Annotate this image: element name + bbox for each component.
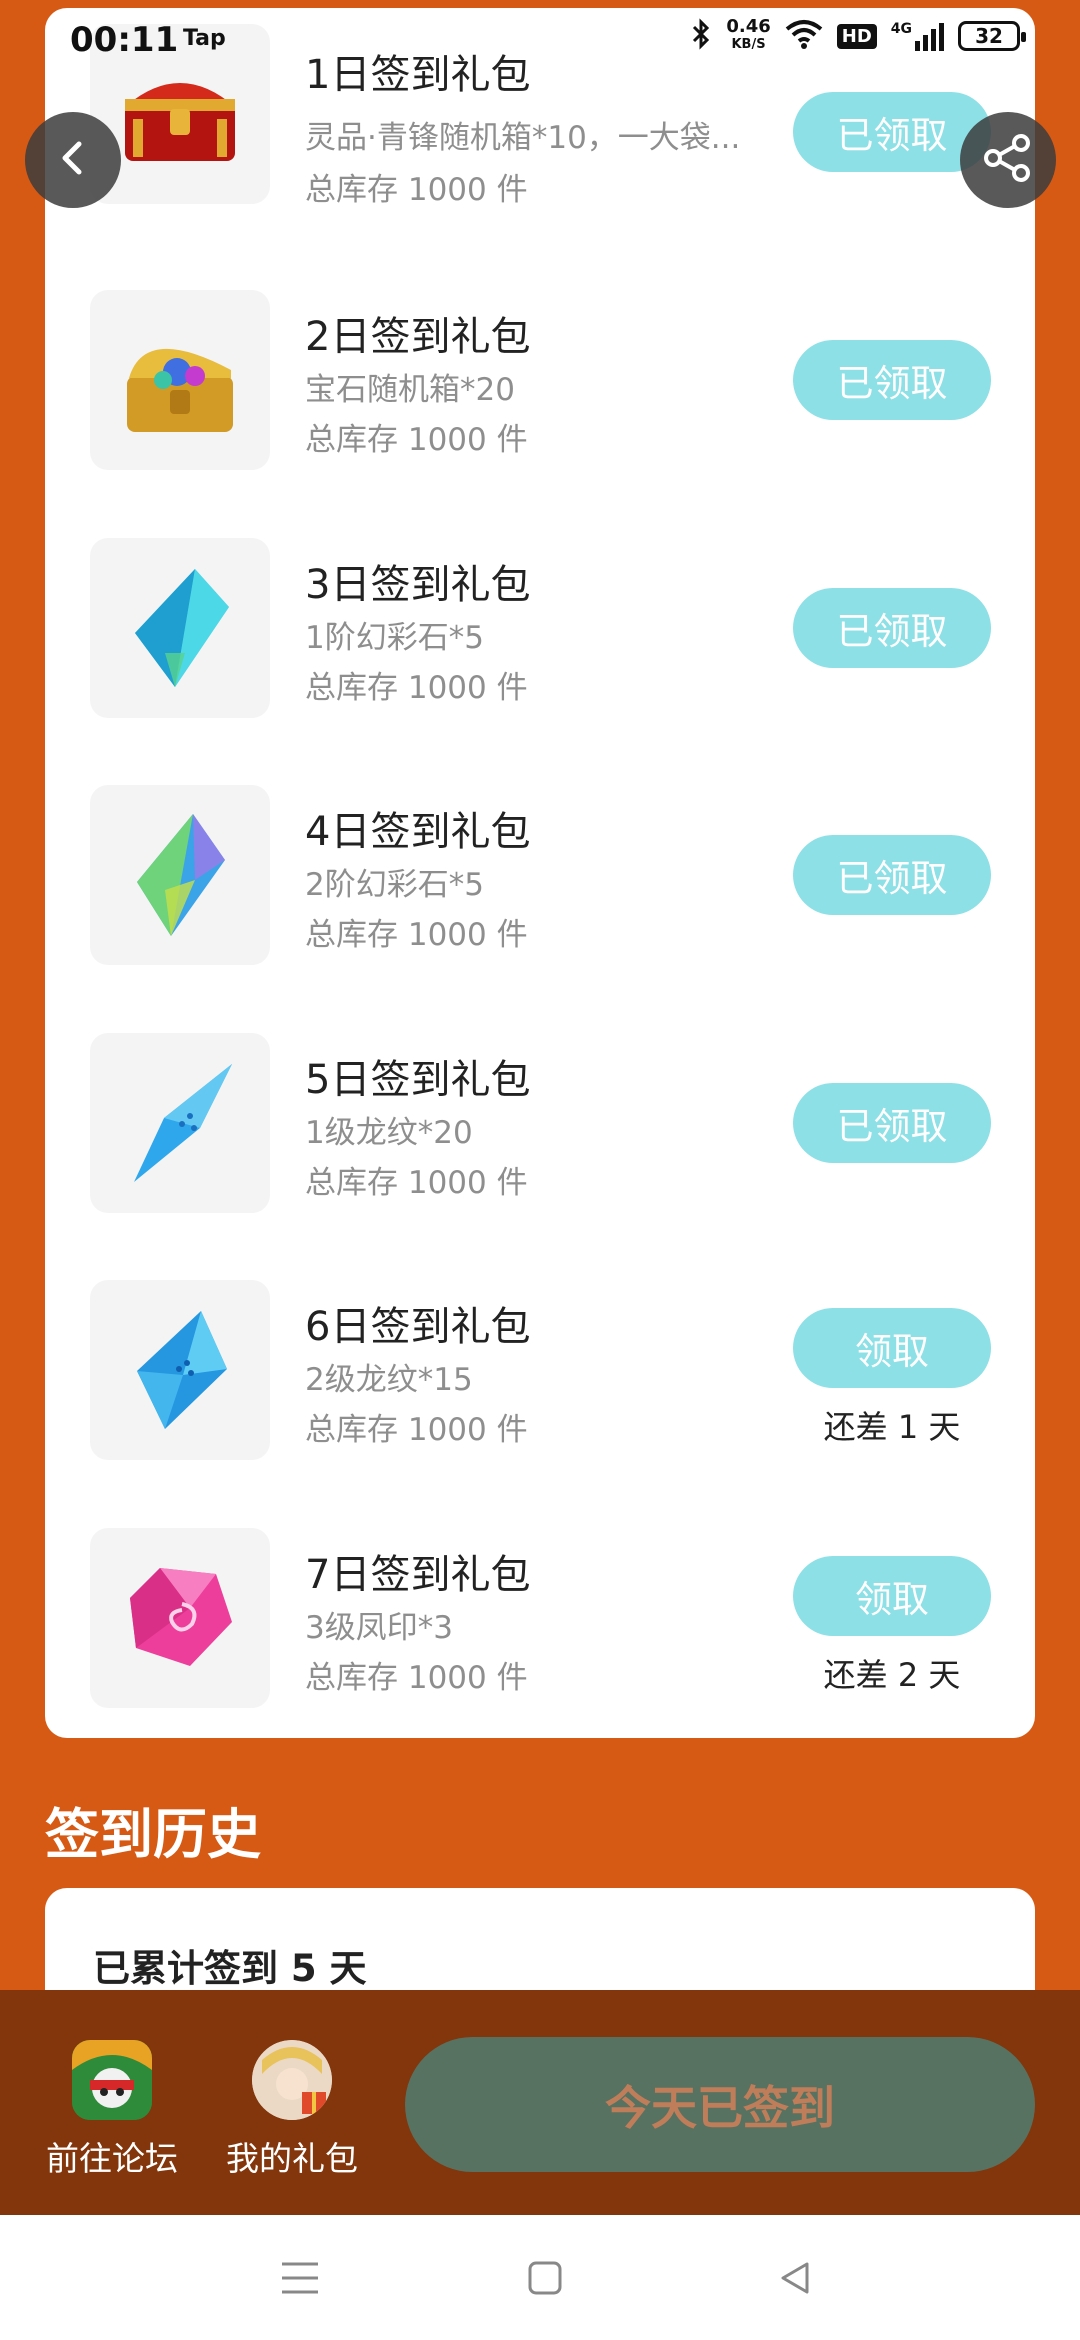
system-navigation-bar xyxy=(0,2215,1080,2340)
gift-avatar-icon xyxy=(252,2040,332,2120)
gift-item-day6: 6日签到礼包 2级龙纹*15 总库存 1000 件 领取 还差 1 天 xyxy=(45,1280,1035,1480)
status-time: 00:11 xyxy=(70,20,179,60)
gift-description: 2阶幻彩石*5 xyxy=(305,867,484,903)
gift-title: 3日签到礼包 xyxy=(305,562,531,608)
signed-today-button[interactable]: 今天已签到 xyxy=(405,2037,1035,2172)
gift-list-card: 1日签到礼包 灵品·青锋随机箱*10，一大袋... 总库存 1000 件 已领取… xyxy=(45,8,1035,1738)
gift-title: 7日签到礼包 xyxy=(305,1552,531,1598)
wifi-icon xyxy=(785,19,823,53)
my-gifts-label: 我的礼包 xyxy=(226,2139,358,2178)
gift-item-day2: 2日签到礼包 宝石随机箱*20 总库存 1000 件 已领取 xyxy=(45,290,1035,490)
blue-shard-icon xyxy=(90,1033,270,1213)
forum-label: 前往论坛 xyxy=(46,2139,178,2178)
cyan-crystal-icon xyxy=(90,538,270,718)
gift-item-day3: 3日签到礼包 1阶幻彩石*5 总库存 1000 件 已领取 xyxy=(45,538,1035,738)
days-remaining: 还差 2 天 xyxy=(823,1656,961,1694)
gift-description: 3级凤印*3 xyxy=(305,1610,453,1646)
bottom-action-bar: 前往论坛 我的礼包 今天已签到 xyxy=(0,1990,1080,2215)
gift-stock: 总库存 1000 件 xyxy=(305,422,528,458)
gift-description: 2级龙纹*15 xyxy=(305,1362,473,1398)
pink-gem-icon xyxy=(90,1528,270,1708)
gift-title: 5日签到礼包 xyxy=(305,1057,531,1103)
gift-description: 宝石随机箱*20 xyxy=(305,372,515,408)
cumulative-signin-count: 已累计签到 5 天 xyxy=(93,1947,367,1990)
game-avatar-icon xyxy=(72,2040,152,2120)
gift-stock: 总库存 1000 件 xyxy=(305,917,528,953)
hd-badge: HD xyxy=(836,23,877,49)
gift-item-day4: 4日签到礼包 2阶幻彩石*5 总库存 1000 件 已领取 xyxy=(45,785,1035,985)
gift-description: 灵品·青锋随机箱*10，一大袋... xyxy=(305,120,741,156)
blue-gem-icon xyxy=(90,1280,270,1460)
my-gifts-link[interactable]: 我的礼包 xyxy=(207,2040,377,2180)
claimed-button[interactable]: 已领取 xyxy=(793,1083,991,1163)
gift-stock: 总库存 1000 件 xyxy=(305,1660,528,1696)
battery-indicator: 32 xyxy=(958,21,1026,51)
bluetooth-icon xyxy=(690,18,712,54)
gift-item-day7: 7日签到礼包 3级凤印*3 总库存 1000 件 领取 还差 2 天 xyxy=(45,1528,1035,1728)
claimed-button[interactable]: 已领取 xyxy=(793,835,991,915)
gift-stock: 总库存 1000 件 xyxy=(305,1165,528,1201)
network-speed: 0.46 KB/S xyxy=(726,16,771,53)
gift-stock: 总库存 1000 件 xyxy=(305,172,528,208)
gift-title: 6日签到礼包 xyxy=(305,1304,531,1350)
forum-link[interactable]: 前往论坛 xyxy=(27,2040,197,2180)
chevron-left-icon xyxy=(53,138,93,182)
gift-stock: 总库存 1000 件 xyxy=(305,670,528,706)
gift-stock: 总库存 1000 件 xyxy=(305,1412,528,1448)
share-button[interactable] xyxy=(960,112,1056,208)
share-icon xyxy=(981,131,1035,189)
signal-icon: 4G xyxy=(891,21,944,51)
gift-item-day5: 5日签到礼包 1级龙纹*20 总库存 1000 件 已领取 xyxy=(45,1033,1035,1233)
gift-title: 2日签到礼包 xyxy=(305,314,531,360)
gift-description: 1级龙纹*20 xyxy=(305,1115,473,1151)
claim-button[interactable]: 领取 xyxy=(793,1556,991,1636)
back-button[interactable] xyxy=(25,112,121,208)
back-triangle-icon[interactable] xyxy=(770,2253,820,2303)
home-icon[interactable] xyxy=(520,2253,570,2303)
status-bar: 00:11 Tap 0.46 KB/S HD 4G 32 xyxy=(0,0,1080,80)
menu-icon[interactable] xyxy=(275,2253,325,2303)
rainbow-crystal-icon xyxy=(90,785,270,965)
claim-button[interactable]: 领取 xyxy=(793,1308,991,1388)
status-icons: 0.46 KB/S HD 4G 32 xyxy=(690,16,1026,54)
claimed-button[interactable]: 已领取 xyxy=(793,340,991,420)
gift-title: 4日签到礼包 xyxy=(305,809,531,855)
history-section-title: 签到历史 xyxy=(45,1803,261,1866)
days-remaining: 还差 1 天 xyxy=(823,1408,961,1446)
gold-treasure-chest-icon xyxy=(90,290,270,470)
claimed-button[interactable]: 已领取 xyxy=(793,588,991,668)
status-app-indicator: Tap xyxy=(183,26,226,51)
gift-description: 1阶幻彩石*5 xyxy=(305,620,484,656)
